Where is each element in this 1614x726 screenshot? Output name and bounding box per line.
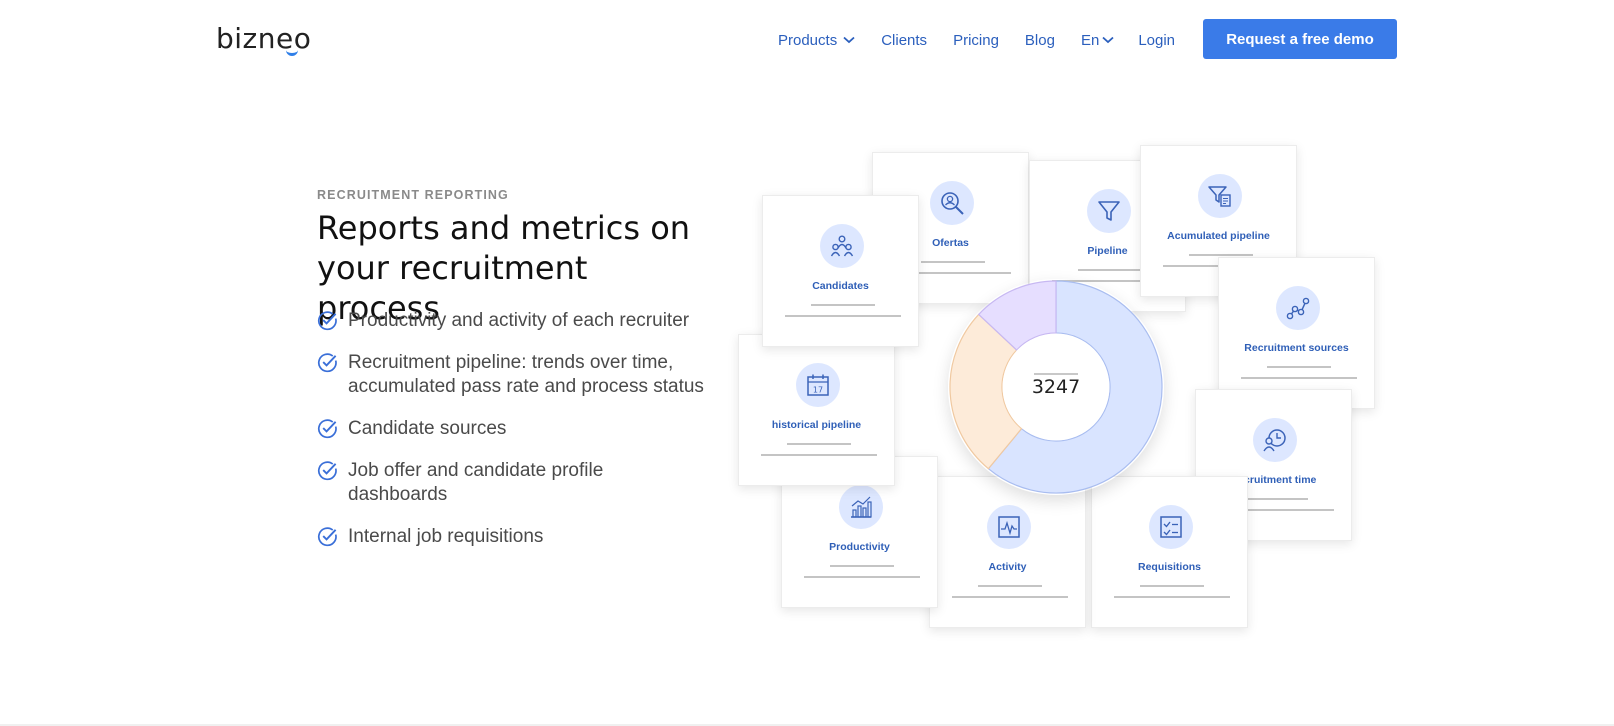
card-label: Activity bbox=[988, 561, 1027, 573]
check-circle-icon bbox=[317, 353, 337, 373]
placeholder-line bbox=[1114, 596, 1230, 598]
feature-list: Productivity and activity of each recrui… bbox=[317, 309, 707, 567]
card-label: historical pipeline bbox=[771, 419, 862, 431]
chevron-down-icon bbox=[1102, 36, 1114, 44]
bizneo-logo[interactable]: bizneo bbox=[216, 22, 311, 56]
check-circle-icon bbox=[317, 461, 337, 481]
language-label: En bbox=[1080, 31, 1100, 49]
nav-pricing[interactable]: Pricing bbox=[953, 32, 999, 49]
placeholder-line bbox=[1078, 269, 1142, 271]
site-header: bizneo Products Clients Pricing Blog En … bbox=[0, 0, 1614, 78]
feature-item: Recruitment pipeline: trends over time, … bbox=[317, 351, 707, 399]
people-icon bbox=[820, 224, 864, 268]
card-label: Recruitment sources bbox=[1244, 342, 1349, 354]
check-circle-icon bbox=[317, 419, 337, 439]
check-circle-icon bbox=[317, 311, 337, 331]
funnel-document-icon bbox=[1198, 174, 1242, 218]
report-card-activity: Activity bbox=[929, 476, 1086, 628]
placeholder-line bbox=[787, 443, 851, 445]
report-card-requisitions: Requisitions bbox=[1091, 476, 1248, 628]
nav-login-label: Login bbox=[1138, 31, 1176, 49]
checklist-icon bbox=[1149, 505, 1193, 549]
funnel-icon bbox=[1087, 189, 1131, 233]
nav-pricing-label: Pricing bbox=[953, 31, 999, 49]
placeholder-line bbox=[1267, 366, 1331, 368]
card-label: Candidates bbox=[812, 280, 869, 292]
placeholder-line bbox=[978, 585, 1042, 587]
card-label: Acumulated pipeline bbox=[1167, 230, 1270, 242]
language-selector[interactable]: En bbox=[1081, 32, 1114, 49]
placeholder-line bbox=[1189, 254, 1253, 256]
card-label: Requisitions bbox=[1137, 561, 1201, 573]
nav-login[interactable]: Login bbox=[1138, 32, 1175, 49]
calendar-day-number: 17 bbox=[813, 386, 823, 395]
placeholder-line bbox=[1241, 377, 1357, 379]
section-eyebrow: RECRUITMENT REPORTING bbox=[317, 188, 509, 202]
request-demo-button[interactable]: Request a free demo bbox=[1203, 19, 1397, 59]
nav-clients-label: Clients bbox=[881, 31, 928, 49]
feature-item: Internal job requisitions bbox=[317, 525, 707, 549]
nav-products[interactable]: Products bbox=[778, 32, 855, 49]
placeholder-line bbox=[785, 315, 901, 317]
feature-item: Job offer and candidate profile dashboar… bbox=[317, 459, 707, 507]
donut-center-value: 3247 bbox=[1031, 376, 1081, 398]
nav-clients[interactable]: Clients bbox=[881, 32, 927, 49]
report-card-historical-pipeline: 17 historical pipeline bbox=[738, 334, 895, 486]
placeholder-line bbox=[1140, 585, 1204, 587]
placeholder-line bbox=[952, 596, 1068, 598]
feature-item: Candidate sources bbox=[317, 417, 707, 441]
feature-text: Candidate sources bbox=[348, 418, 507, 439]
network-icon bbox=[1276, 286, 1320, 330]
feature-text: Job offer and candidate profile dashboar… bbox=[348, 460, 604, 505]
nav-blog-label: Blog bbox=[1024, 31, 1055, 49]
calendar-icon: 17 bbox=[796, 363, 840, 407]
feature-text: Recruitment pipeline: trends over time, … bbox=[348, 352, 704, 397]
report-card-candidates: Candidates bbox=[762, 195, 919, 347]
placeholder-line bbox=[761, 454, 877, 456]
bar-chart-icon bbox=[839, 485, 883, 529]
feature-text: Productivity and activity of each recrui… bbox=[348, 310, 690, 331]
feature-item: Productivity and activity of each recrui… bbox=[317, 309, 707, 333]
pipeline-donut-chart: 3247 bbox=[948, 279, 1164, 495]
nav-products-label: Products bbox=[778, 31, 838, 49]
placeholder-line bbox=[1244, 498, 1308, 500]
placeholder-line bbox=[830, 565, 894, 567]
pulse-chart-icon bbox=[987, 505, 1031, 549]
chevron-down-icon bbox=[843, 36, 855, 44]
clock-user-icon bbox=[1253, 418, 1297, 462]
placeholder-line bbox=[804, 576, 920, 578]
feature-text: Internal job requisitions bbox=[348, 526, 544, 547]
placeholder-line bbox=[811, 304, 875, 306]
search-user-icon bbox=[930, 181, 974, 225]
placeholder-line bbox=[921, 261, 985, 263]
nav-blog[interactable]: Blog bbox=[1025, 32, 1055, 49]
main-nav: Products Clients Pricing Blog En Login bbox=[778, 29, 1201, 51]
report-card-recruitment-sources: Recruitment sources bbox=[1218, 257, 1375, 409]
card-label: Productivity bbox=[829, 541, 890, 553]
check-circle-icon bbox=[317, 527, 337, 547]
